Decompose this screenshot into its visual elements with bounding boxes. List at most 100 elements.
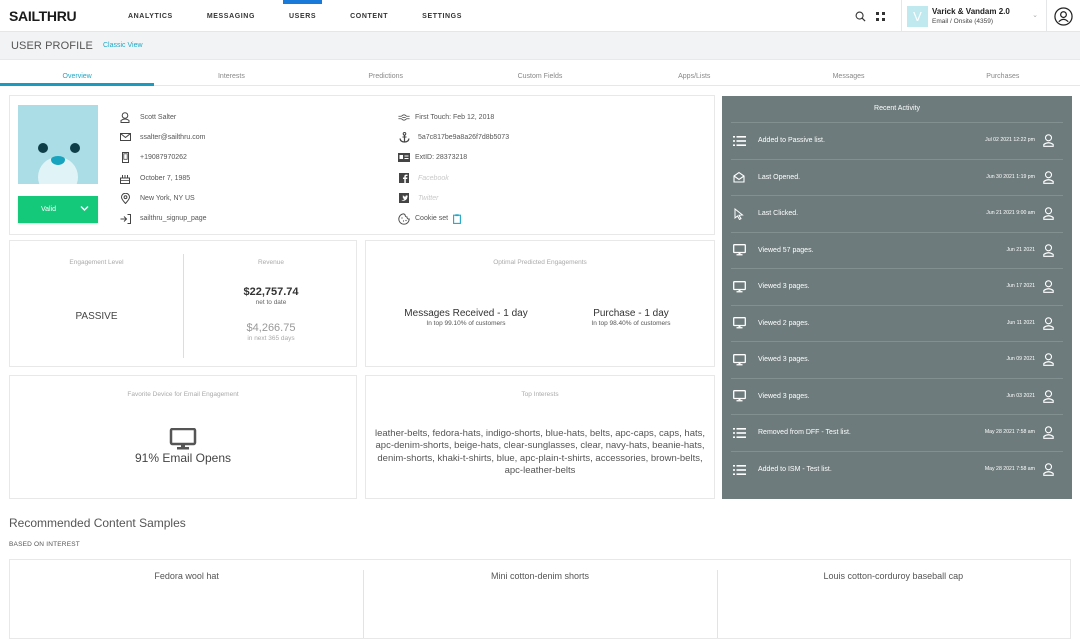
user-birthday: October 7, 1985 (140, 174, 191, 182)
activity-item[interactable]: Removed from DFF - Test list. May 28 2021… (731, 415, 1063, 452)
name-row: Scott Salter (119, 107, 207, 127)
first-touch: First Touch: Feb 12, 2018 (415, 113, 495, 121)
twitter-link[interactable]: Twitter (415, 195, 438, 202)
device-value: 91% Email Opens (134, 451, 232, 465)
activity-item[interactable]: Viewed 2 pages. Jun 11 2021 (731, 306, 1063, 342)
activity-text: Viewed 3 pages. (758, 283, 810, 291)
status-label: Valid (41, 206, 57, 213)
search-button[interactable] (851, 7, 869, 25)
revenue-predicted-value: $4,266.75 (246, 322, 296, 334)
sign-in-icon (119, 213, 131, 225)
activity-date: Jun 21 2021 (1006, 246, 1035, 253)
activity-item[interactable]: Added to ISM - Test list. May 28 2021 7:5… (731, 452, 1063, 489)
apps-button[interactable] (871, 7, 889, 25)
anchor-icon (398, 131, 410, 143)
recommended-content-list: Fedora wool hat Mini cotton-denim shorts… (9, 559, 1071, 639)
activity-item[interactable]: Added to Passive list. Jul 02 2021 12:22 … (731, 123, 1063, 160)
activity-date: Jun 11 2021 (1006, 319, 1035, 326)
tab-purchases[interactable]: Purchases (926, 60, 1080, 85)
user-icon[interactable] (1041, 389, 1055, 403)
activity-text: Viewed 3 pages. (758, 356, 810, 364)
activity-date: May 28 2021 7:58 am (984, 466, 1035, 473)
predictions-title: Optimal Predicted Engagements (493, 259, 587, 266)
nav-analytics[interactable]: ANALYTICS (128, 0, 173, 32)
phone-row: +19087970262 (119, 148, 207, 168)
recommended-item[interactable]: Louis cotton-corduroy baseball cap (716, 560, 1070, 638)
sailthru-logo[interactable]: SAILTHRU (9, 8, 77, 24)
account-avatar: V (907, 5, 928, 27)
list-icon (732, 134, 746, 148)
desktop-icon (732, 316, 746, 330)
profile-card: Valid Scott Salter ssalter@sailthru.com … (9, 95, 715, 235)
prediction-main: Messages Received - 1 day (404, 308, 528, 319)
activity-item[interactable]: Last Opened. Jun 30 2021 1:19 pm (731, 160, 1063, 196)
facebook-link[interactable]: Facebook (415, 175, 449, 182)
activity-item[interactable]: Viewed 57 pages. Jun 21 2021 (731, 233, 1063, 269)
tab-messages[interactable]: Messages (771, 60, 925, 85)
twitter-row: Twitter (398, 188, 509, 208)
location-row: New York, NY US (119, 188, 207, 208)
nav-settings[interactable]: SETTINGS (422, 0, 462, 32)
tab-interests[interactable]: Interests (154, 60, 308, 85)
user-icon[interactable] (1041, 207, 1055, 221)
activity-item[interactable]: Viewed 3 pages. Jun 17 2021 (731, 269, 1063, 306)
user-location: New York, NY US (140, 194, 195, 202)
cursor-icon (732, 207, 746, 221)
extid-row: ExtID: 28373218 (398, 148, 509, 168)
external-id: ExtID: 28373218 (415, 154, 468, 162)
signup-source: sailthru_signup_page (140, 215, 207, 223)
user-icon[interactable] (1041, 280, 1055, 294)
activity-date: Jul 02 2021 12:22 pm (985, 137, 1035, 144)
clipboard-icon[interactable] (453, 213, 462, 224)
profile-tabs: Overview Interests Predictions Custom Fi… (0, 60, 1080, 86)
list-icon (732, 426, 746, 440)
status-dropdown[interactable]: Valid (18, 196, 98, 223)
user-icon[interactable] (1041, 170, 1055, 184)
activity-item[interactable]: Viewed 3 pages. Jun 03 2021 (731, 379, 1063, 415)
top-navigation-bar: SAILTHRU ANALYTICS MESSAGING USERS CONTE… (0, 0, 1080, 32)
user-icon[interactable] (1041, 316, 1055, 330)
activity-item[interactable]: Viewed 3 pages. Jun 09 2021 (731, 342, 1063, 379)
activity-date: Jun 30 2021 1:19 pm (986, 173, 1035, 180)
revenue-net-label: net to date (255, 299, 287, 306)
facebook-row: Facebook (398, 168, 509, 188)
top-interests-title: Top Interests (521, 391, 559, 398)
user-icon[interactable] (1041, 426, 1055, 440)
engagement-revenue-card: Engagement Level PASSIVE Revenue $22,757… (9, 240, 357, 367)
account-switcher[interactable]: V Varick & Vandam 2.0 Email / Onsite (43… (901, 0, 1047, 32)
user-icon[interactable] (1041, 243, 1055, 257)
nav-users[interactable]: USERS (282, 0, 323, 32)
recommended-item[interactable]: Fedora wool hat (10, 560, 363, 638)
nav-content[interactable]: CONTENT (350, 0, 388, 32)
tab-overview[interactable]: Overview (0, 60, 155, 86)
first-touch-row: First Touch: Feb 12, 2018 (398, 107, 509, 127)
envelope-icon (119, 131, 131, 143)
prediction-main: Purchase - 1 day (593, 308, 669, 319)
tab-predictions[interactable]: Predictions (309, 60, 463, 85)
desktop-icon (732, 280, 746, 294)
user-avatar (18, 105, 98, 184)
recommended-item[interactable]: Mini cotton-denim shorts (363, 560, 716, 638)
nav-messaging[interactable]: MESSAGING (207, 0, 255, 32)
id-card-icon (398, 152, 410, 164)
favorite-device-card: Favorite Device for Email Engagement 91%… (9, 375, 357, 499)
activity-date: Jun 17 2021 (1006, 283, 1035, 290)
user-email[interactable]: ssalter@sailthru.com (140, 134, 205, 141)
user-circle-icon (1054, 6, 1073, 26)
user-icon[interactable] (1041, 353, 1055, 367)
activity-text: Removed from DFF - Test list. (758, 429, 851, 437)
activity-item[interactable]: Last Clicked. Jun 21 2021 9:00 am (731, 196, 1063, 233)
prediction-sub: In top 98.40% of customers (591, 320, 671, 327)
signup-source-row: sailthru_signup_page (119, 208, 207, 228)
revenue-predicted-label: in next 365 days (247, 335, 295, 342)
user-icon[interactable] (1041, 463, 1055, 477)
sailthru-id: 5a7c817be9a8a26f7d8b5073 (418, 133, 510, 141)
activity-date: Jun 21 2021 9:00 am (986, 210, 1035, 217)
user-menu-button[interactable] (1047, 0, 1080, 32)
activity-list: Added to Passive list. Jul 02 2021 12:22 … (722, 123, 1072, 488)
user-icon[interactable] (1041, 134, 1055, 148)
tab-custom-fields[interactable]: Custom Fields (463, 60, 617, 85)
main-nav: ANALYTICS MESSAGING USERS CONTENT SETTIN… (128, 0, 496, 32)
tab-apps-lists[interactable]: Apps/Lists (617, 60, 771, 85)
classic-view-link[interactable]: Classic View (103, 42, 143, 49)
